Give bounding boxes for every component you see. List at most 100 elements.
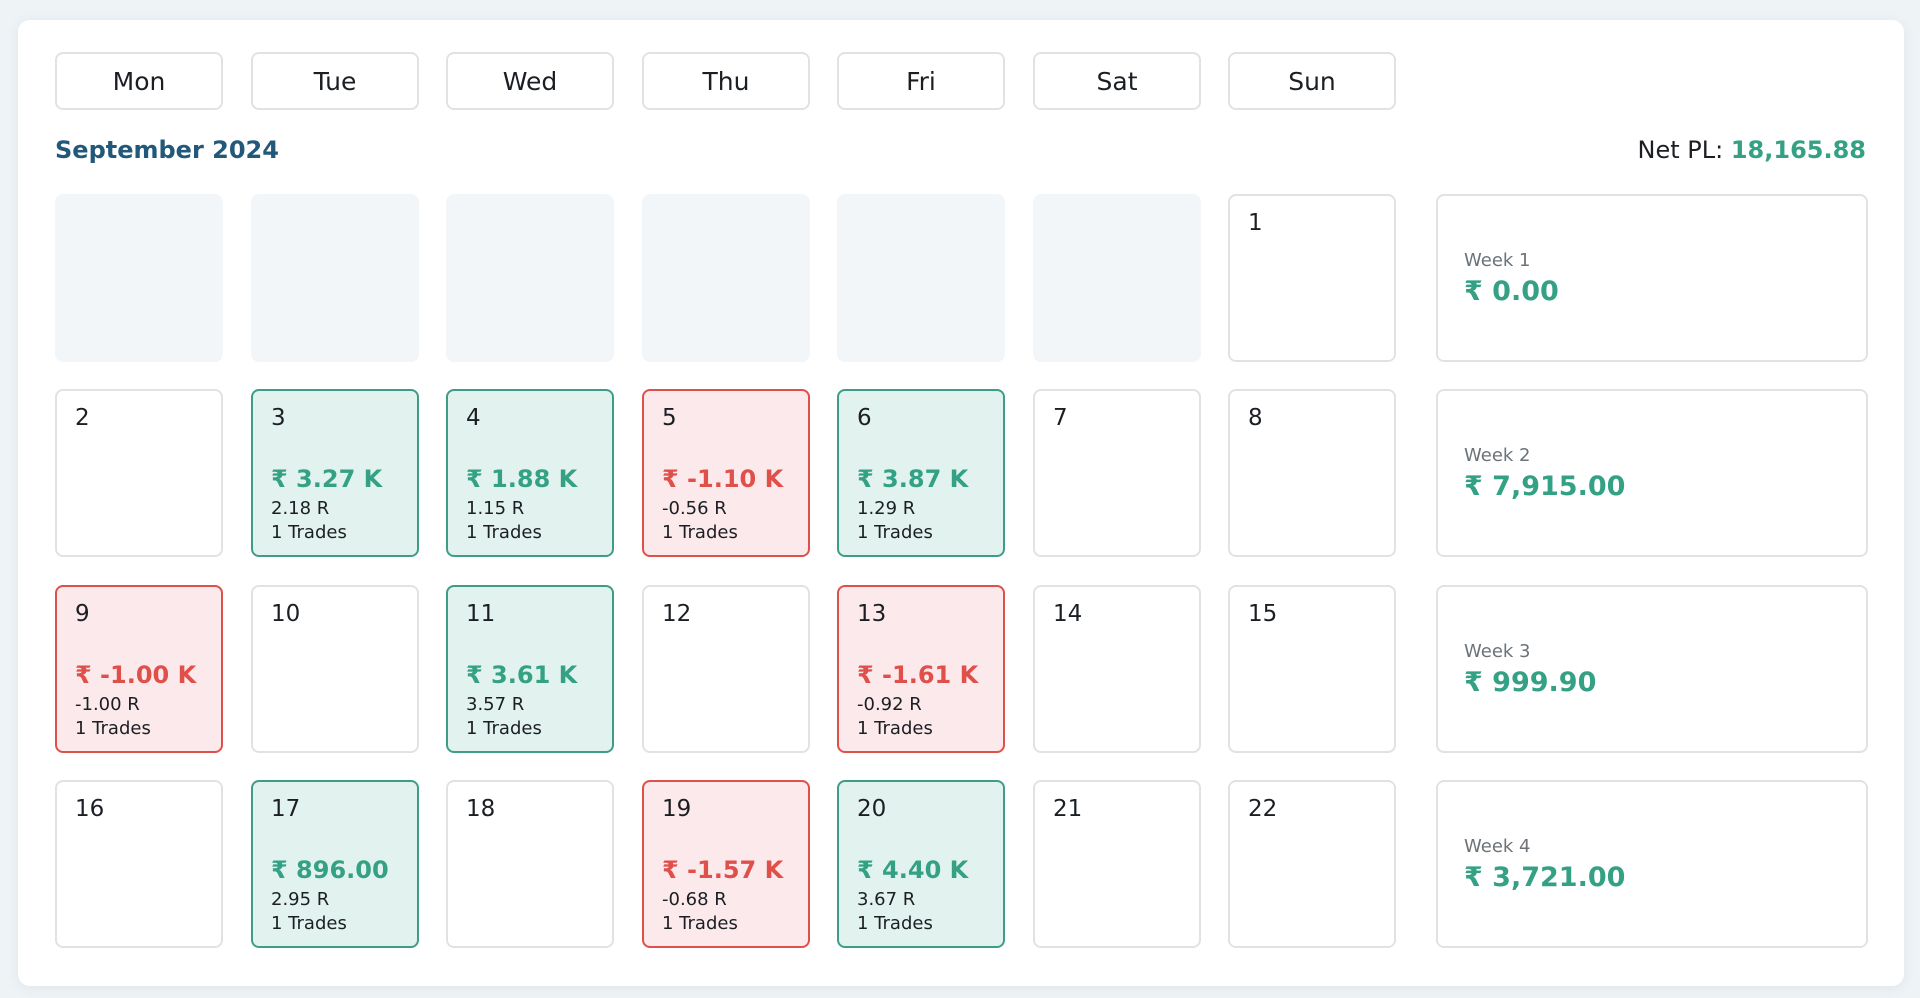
calendar-day-13[interactable]: 13 ₹ -1.61 K -0.92 R 1 Trades <box>837 585 1005 753</box>
week-summary-3: Week 3 ₹ 999.90 <box>1436 585 1868 753</box>
day-trade-count: 1 Trades <box>662 522 738 543</box>
net-pl: Net PL: 18,165.88 <box>1638 136 1866 164</box>
calendar-day-5[interactable]: 5 ₹ -1.10 K -0.56 R 1 Trades <box>642 389 810 557</box>
day-trade-count: 1 Trades <box>271 913 347 934</box>
day-pnl: ₹ 3.61 K <box>466 661 578 689</box>
net-pl-label: Net PL: <box>1637 136 1731 164</box>
day-r-multiple: 3.67 R <box>857 889 916 910</box>
day-number: 11 <box>466 601 496 627</box>
week-label: Week 4 <box>1464 836 1531 857</box>
calendar-day-16[interactable]: 16 <box>55 780 223 948</box>
day-number: 14 <box>1053 601 1083 627</box>
calendar-day-22[interactable]: 22 <box>1228 780 1396 948</box>
week-label: Week 3 <box>1464 641 1531 662</box>
calendar-day-2[interactable]: 2 <box>55 389 223 557</box>
day-number: 1 <box>1248 210 1263 236</box>
calendar-day-empty <box>55 194 223 362</box>
day-number: 5 <box>662 405 677 431</box>
day-number: 21 <box>1053 796 1083 822</box>
day-number: 7 <box>1053 405 1068 431</box>
day-trade-count: 1 Trades <box>75 718 151 739</box>
day-pnl: ₹ 3.27 K <box>271 465 383 493</box>
day-number: 18 <box>466 796 496 822</box>
day-pnl: ₹ -1.57 K <box>662 856 784 884</box>
week-pnl: ₹ 3,721.00 <box>1464 862 1626 893</box>
day-trade-count: 1 Trades <box>466 718 542 739</box>
day-number: 3 <box>271 405 286 431</box>
week-summary-2: Week 2 ₹ 7,915.00 <box>1436 389 1868 557</box>
net-pl-value: 18,165.88 <box>1730 136 1866 164</box>
calendar-day-17[interactable]: 17 ₹ 896.00 2.95 R 1 Trades <box>251 780 419 948</box>
day-number: 19 <box>662 796 692 822</box>
week-label: Week 1 <box>1464 250 1531 271</box>
week-pnl: ₹ 999.90 <box>1464 667 1597 698</box>
day-number: 15 <box>1248 601 1278 627</box>
calendar-day-19[interactable]: 19 ₹ -1.57 K -0.68 R 1 Trades <box>642 780 810 948</box>
day-trade-count: 1 Trades <box>662 913 738 934</box>
day-pnl: ₹ 4.40 K <box>857 856 969 884</box>
calendar-day-1[interactable]: 1 <box>1228 194 1396 362</box>
day-number: 8 <box>1248 405 1263 431</box>
day-number: 9 <box>75 601 90 627</box>
month-title: September 2024 <box>55 136 279 164</box>
calendar-day-empty <box>642 194 810 362</box>
week-pnl: ₹ 0.00 <box>1464 276 1559 307</box>
calendar-day-8[interactable]: 8 <box>1228 389 1396 557</box>
weekday-sun[interactable]: Sun <box>1228 52 1396 110</box>
day-number: 20 <box>857 796 887 822</box>
day-r-multiple: 3.57 R <box>466 694 525 715</box>
day-number: 4 <box>466 405 481 431</box>
calendar-day-15[interactable]: 15 <box>1228 585 1396 753</box>
calendar-day-7[interactable]: 7 <box>1033 389 1201 557</box>
calendar-day-14[interactable]: 14 <box>1033 585 1201 753</box>
calendar-day-empty <box>251 194 419 362</box>
day-number: 12 <box>662 601 692 627</box>
day-trade-count: 1 Trades <box>466 522 542 543</box>
day-pnl: ₹ 1.88 K <box>466 465 578 493</box>
day-r-multiple: 2.95 R <box>271 889 330 910</box>
day-pnl: ₹ -1.61 K <box>857 661 979 689</box>
calendar-day-9[interactable]: 9 ₹ -1.00 K -1.00 R 1 Trades <box>55 585 223 753</box>
day-r-multiple: 1.29 R <box>857 498 916 519</box>
week-summary-1: Week 1 ₹ 0.00 <box>1436 194 1868 362</box>
weekday-wed[interactable]: Wed <box>446 52 614 110</box>
day-r-multiple: -0.92 R <box>857 694 922 715</box>
weekday-mon[interactable]: Mon <box>55 52 223 110</box>
day-r-multiple: 2.18 R <box>271 498 330 519</box>
calendar-day-10[interactable]: 10 <box>251 585 419 753</box>
day-trade-count: 1 Trades <box>857 913 933 934</box>
day-pnl: ₹ -1.00 K <box>75 661 197 689</box>
weekday-fri[interactable]: Fri <box>837 52 1005 110</box>
day-r-multiple: -0.68 R <box>662 889 727 910</box>
weekday-tue[interactable]: Tue <box>251 52 419 110</box>
day-pnl: ₹ -1.10 K <box>662 465 784 493</box>
calendar-day-20[interactable]: 20 ₹ 4.40 K 3.67 R 1 Trades <box>837 780 1005 948</box>
calendar-day-empty <box>446 194 614 362</box>
calendar-day-21[interactable]: 21 <box>1033 780 1201 948</box>
day-pnl: ₹ 896.00 <box>271 856 389 884</box>
calendar-card: Mon Tue Wed Thu Fri Sat Sun September 20… <box>18 20 1904 986</box>
week-label: Week 2 <box>1464 445 1531 466</box>
calendar-day-empty <box>837 194 1005 362</box>
day-trade-count: 1 Trades <box>271 522 347 543</box>
calendar-day-3[interactable]: 3 ₹ 3.27 K 2.18 R 1 Trades <box>251 389 419 557</box>
day-r-multiple: -1.00 R <box>75 694 140 715</box>
day-number: 13 <box>857 601 887 627</box>
day-number: 2 <box>75 405 90 431</box>
calendar-day-18[interactable]: 18 <box>446 780 614 948</box>
day-number: 16 <box>75 796 105 822</box>
day-number: 17 <box>271 796 301 822</box>
calendar-day-12[interactable]: 12 <box>642 585 810 753</box>
day-trade-count: 1 Trades <box>857 718 933 739</box>
day-r-multiple: -0.56 R <box>662 498 727 519</box>
day-number: 10 <box>271 601 301 627</box>
day-r-multiple: 1.15 R <box>466 498 525 519</box>
weekday-thu[interactable]: Thu <box>642 52 810 110</box>
calendar-day-6[interactable]: 6 ₹ 3.87 K 1.29 R 1 Trades <box>837 389 1005 557</box>
day-number: 22 <box>1248 796 1278 822</box>
weekday-sat[interactable]: Sat <box>1033 52 1201 110</box>
calendar-day-4[interactable]: 4 ₹ 1.88 K 1.15 R 1 Trades <box>446 389 614 557</box>
calendar-day-11[interactable]: 11 ₹ 3.61 K 3.57 R 1 Trades <box>446 585 614 753</box>
day-trade-count: 1 Trades <box>857 522 933 543</box>
day-number: 6 <box>857 405 872 431</box>
